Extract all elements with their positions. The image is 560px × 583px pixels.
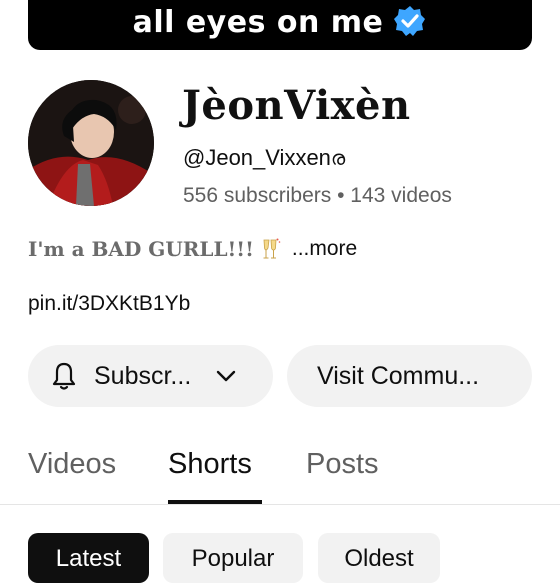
subscribe-label: Subscr...	[94, 361, 192, 390]
visit-community-button[interactable]: Visit Commu...	[287, 345, 532, 407]
champagne-toast-icon	[258, 237, 282, 261]
subscriber-count: 556 subscribers	[183, 184, 332, 207]
chip-latest[interactable]: Latest	[28, 533, 149, 583]
bell-icon	[48, 360, 80, 392]
handle-glyph: ര	[330, 148, 346, 170]
active-tab-indicator	[168, 500, 262, 504]
more-link[interactable]: ...more	[292, 237, 357, 261]
channel-handle: @Jeon_Vixxenര	[183, 145, 345, 171]
channel-name: JèonVixèn	[182, 82, 411, 129]
stats-separator: •	[337, 184, 345, 207]
tab-posts[interactable]: Posts	[306, 448, 379, 481]
video-count: 143 videos	[350, 184, 452, 207]
verified-badge-icon	[393, 4, 427, 38]
handle-text: @Jeon_Vixxen	[183, 145, 331, 170]
chip-popular[interactable]: Popular	[163, 533, 303, 583]
channel-avatar[interactable]	[28, 80, 154, 206]
channel-description[interactable]: I'm a BAD GURLL!!! ...more	[28, 237, 357, 261]
channel-banner: all eyes on me	[28, 0, 532, 50]
subscribe-button[interactable]: Subscr...	[28, 345, 273, 407]
banner-text: all eyes on me	[132, 4, 384, 40]
bio-text: I'm a BAD GURLL!!!	[28, 237, 254, 261]
channel-link[interactable]: pin.it/3DXKtB1Yb	[28, 292, 190, 316]
tab-shorts[interactable]: Shorts	[168, 448, 252, 481]
tab-videos[interactable]: Videos	[28, 448, 116, 481]
chip-oldest[interactable]: Oldest	[318, 533, 440, 583]
channel-stats: 556 subscribers • 143 videos	[183, 184, 452, 208]
visit-community-label: Visit Commu...	[317, 361, 480, 390]
channel-tabs: Videos Shorts Posts	[0, 440, 560, 505]
chevron-down-icon[interactable]	[213, 363, 239, 389]
